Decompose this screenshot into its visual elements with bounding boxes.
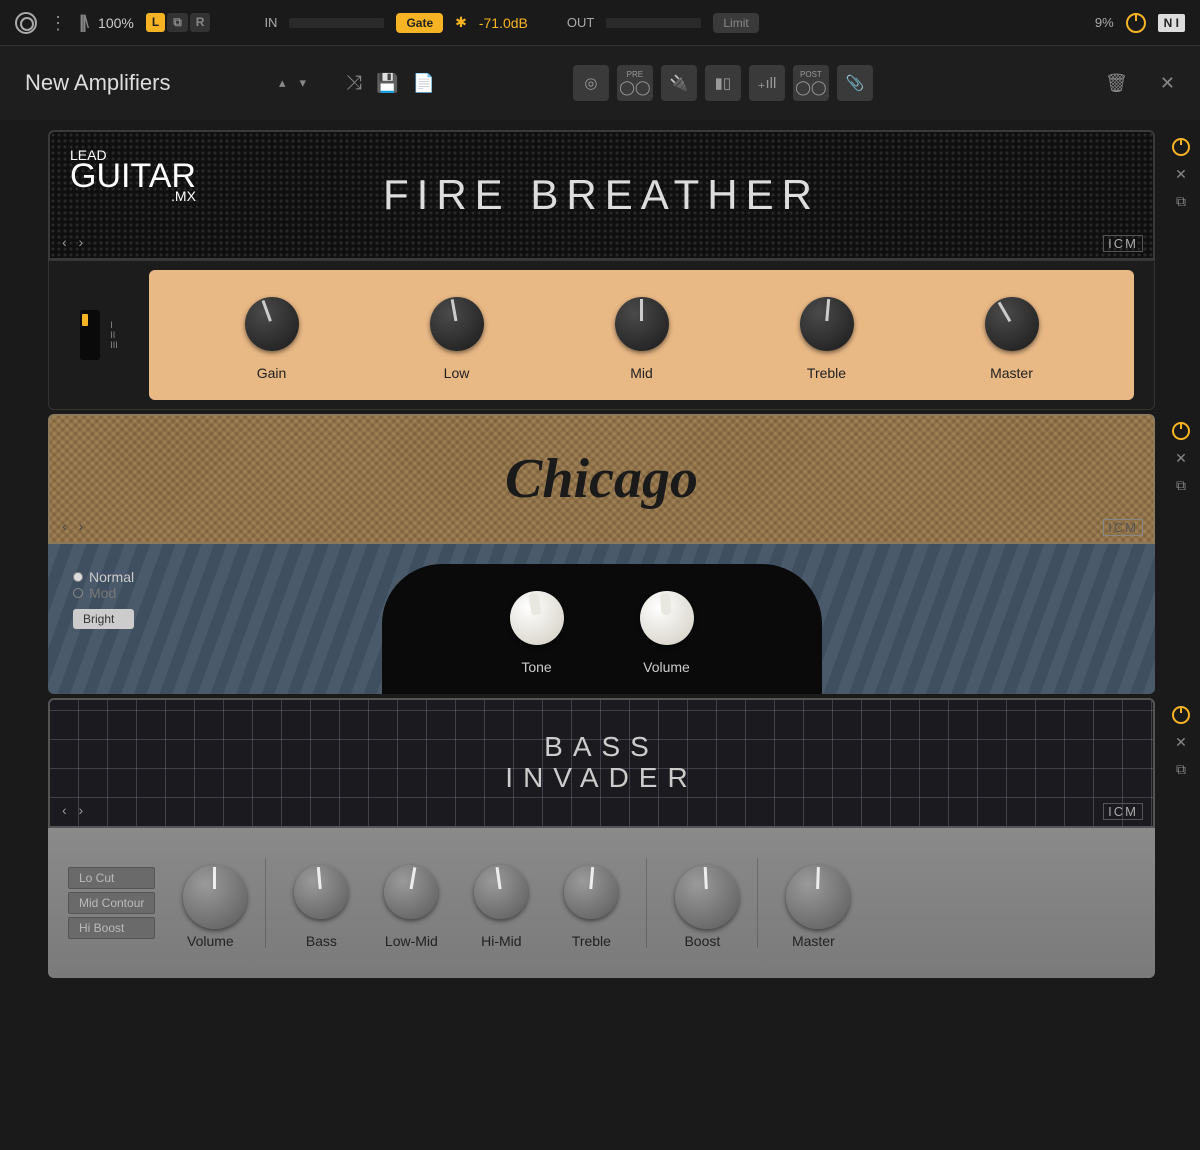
low-mid-knob[interactable]: Low-Mid [376,857,446,949]
lo-cut-button[interactable]: Lo Cut [68,867,155,889]
bass-knob[interactable]: Bass [286,857,356,949]
bass-toggle-group: Lo Cut Mid Contour Hi Boost [68,867,155,939]
mid-contour-button[interactable]: Mid Contour [68,892,155,914]
gate-db-value[interactable]: -71.0dB [479,15,528,31]
cabinet-icon[interactable]: ▮▯ [705,65,741,101]
save-icon[interactable]: 💾 [376,73,398,94]
amp-title: Chicago [505,447,698,511]
module-close-icon[interactable]: ✕ [1175,734,1187,751]
boost-knob[interactable]: Boost [667,857,737,949]
module-link-icon[interactable]: ⧉ [1176,193,1186,210]
amp-header: BASS INVADER ‹ › ICM [48,698,1155,828]
mod-mode-radio[interactable]: Mod [73,585,134,601]
separator [646,858,647,948]
module-power-button[interactable] [1172,706,1190,724]
amp-control-panel: Lo Cut Mid Contour Hi Boost Volume Bass … [48,828,1155,978]
amp-bass-invader: ✕ ⧉ BASS INVADER ‹ › ICM Lo Cut Mid Cont… [48,698,1155,978]
input-meter[interactable] [289,18,384,28]
knob-row: Gain Low Mid Treble Master [149,270,1134,400]
output-label: OUT [567,15,594,30]
knob-row: Tone Volume [382,564,822,694]
limit-button[interactable]: Limit [713,13,758,33]
separator [757,858,758,948]
tone-knob[interactable]: Tone [502,583,572,675]
gain-knob[interactable]: Gain [237,289,307,381]
amp-control-panel: Normal Mod Bright Tone Volume [48,544,1155,694]
module-close-icon[interactable]: ✕ [1175,166,1187,183]
amp-title: FIRE BREATHER [383,171,820,219]
module-close-icon[interactable]: ✕ [1175,450,1187,467]
hi-boost-button[interactable]: Hi Boost [68,917,155,939]
preset-nav-arrows[interactable]: ‹ › [62,518,87,534]
amp-title: BASS INVADER [505,732,697,794]
master-knob[interactable]: Master [977,289,1047,381]
collapse-icon[interactable]: ✕ [1160,73,1175,94]
hi-mid-knob[interactable]: Hi-Mid [466,857,536,949]
post-fx-icon[interactable]: POST◯◯ [793,65,829,101]
master-knob[interactable]: Master [778,857,848,949]
mid-knob[interactable]: Mid [607,289,677,381]
left-channel-button[interactable]: L [146,13,165,32]
freeze-icon[interactable]: ✱ [455,14,467,31]
amp-header: LEAD GUITAR .MX FIRE BREATHER ‹ › ICM [48,130,1155,260]
amp-header: Chicago ‹ › ICM [48,414,1155,544]
module-link-icon[interactable]: ⧉ [1176,477,1186,494]
global-power-button[interactable] [1126,13,1146,33]
module-side-controls: ✕ ⧉ [1167,706,1195,778]
module-power-button[interactable] [1172,138,1190,156]
treble-knob[interactable]: Treble [556,857,626,949]
amp-chicago: ✕ ⧉ Chicago ‹ › ICM Normal Mod Bright To… [48,414,1155,694]
preset-name[interactable]: New Amplifiers [25,70,265,96]
preset-toolbar: New Amplifiers ▴ ▾ ⤨ 💾 📄 ◎ PRE◯◯ 🔌 ▮▯ ₊ı… [0,45,1200,120]
normal-mode-radio[interactable]: Normal [73,569,134,585]
icm-badge: ICM [1103,519,1143,536]
treble-knob[interactable]: Treble [792,289,862,381]
preset-next-icon[interactable]: ▾ [300,75,307,91]
app-logo-icon[interactable] [15,12,37,34]
module-side-controls: ✕ ⧉ [1167,138,1195,210]
shuffle-icon[interactable]: ⤨ [346,72,362,95]
attachment-icon[interactable]: 📎 [837,65,873,101]
ni-logo: N I [1158,14,1185,32]
module-power-button[interactable] [1172,422,1190,440]
tuner-icon[interactable]: ◎ [573,65,609,101]
icm-badge: ICM [1103,235,1143,252]
output-meter[interactable] [606,18,701,28]
eq-icon[interactable]: ₊ıll [749,65,785,101]
delete-icon[interactable]: 🗑 [1105,73,1128,94]
pre-fx-icon[interactable]: PRE◯◯ [617,65,653,101]
preset-prev-icon[interactable]: ▴ [279,75,286,91]
save-as-icon[interactable]: 📄 [412,73,434,94]
volume-knob[interactable]: Volume [175,857,245,949]
right-channel-button[interactable]: R [190,13,211,32]
preset-nav-arrows[interactable]: ‹ › [62,802,87,818]
channel-switch[interactable]: IIIIII [69,290,129,380]
link-channel-button[interactable]: ⧉ [167,13,188,32]
input-label: IN [264,15,277,30]
chicago-mode-options: Normal Mod Bright [73,569,134,629]
library-icon[interactable]: |||\ [79,12,86,33]
bright-button[interactable]: Bright [73,609,134,629]
amp-control-panel: IIIIII Gain Low Mid Treble [48,260,1155,410]
watermark-logo: LEAD GUITAR .MX [70,150,196,203]
preset-nav-arrows[interactable]: ‹ › [62,234,87,250]
amp-rack: ✕ ⧉ LEAD GUITAR .MX FIRE BREATHER ‹ › IC… [0,120,1200,992]
icm-badge: ICM [1103,803,1143,820]
signal-chain-tools: ◎ PRE◯◯ 🔌 ▮▯ ₊ıll POST◯◯ 📎 [573,65,873,101]
menu-dots-icon[interactable]: ⋮ [49,14,67,32]
stereo-routing: L ⧉ R [146,13,211,32]
top-toolbar: ⋮ |||\ 100% L ⧉ R IN Gate ✱ -71.0dB OUT … [0,0,1200,45]
module-side-controls: ✕ ⧉ [1167,422,1195,494]
zoom-percent[interactable]: 100% [98,15,134,31]
gate-button[interactable]: Gate [396,13,443,33]
module-link-icon[interactable]: ⧉ [1176,761,1186,778]
low-knob[interactable]: Low [422,289,492,381]
separator [265,858,266,948]
volume-knob[interactable]: Volume [632,583,702,675]
amp-fire-breather: ✕ ⧉ LEAD GUITAR .MX FIRE BREATHER ‹ › IC… [48,130,1155,410]
cpu-percent: 9% [1095,15,1114,30]
amp-icon[interactable]: 🔌 [661,65,697,101]
